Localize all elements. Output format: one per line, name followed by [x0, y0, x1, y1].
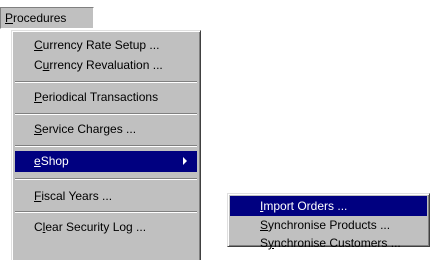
menu-separator — [15, 113, 197, 115]
item-text-post: ervice Charges ... — [42, 122, 137, 136]
menu-item-currency-rate-setup[interactable]: Currency Rate Setup ... — [15, 35, 197, 55]
item-text-pre: C — [34, 220, 43, 234]
item-text-post: urrency Rate Setup ... — [42, 38, 160, 52]
chevron-right-icon — [183, 157, 187, 165]
submenu-item-synchronise-products[interactable]: Synchronise Products ... — [230, 216, 427, 234]
item-text-post: ear Security Log ... — [45, 220, 147, 234]
item-mnemonic: S — [34, 122, 43, 136]
item-text-post: nchronise Customers ... — [274, 236, 401, 250]
submenu-item-synchronise-customers[interactable]: Synchronise Customers ... — [230, 234, 427, 252]
menu-procedures-title[interactable]: Procedures — [0, 7, 94, 29]
item-text-post: eriodical Transactions — [42, 90, 159, 104]
menu-separator — [15, 145, 197, 147]
menu-item-fiscal-years[interactable]: Fiscal Years ... — [15, 186, 197, 206]
menu-separator — [15, 211, 197, 213]
menu-item-service-charges[interactable]: Service Charges ... — [15, 119, 197, 139]
item-text-post: mport Orders ... — [263, 199, 348, 213]
item-text-pre: C — [34, 58, 43, 72]
item-mnemonic: S — [260, 218, 269, 232]
item-text-pre: S — [260, 236, 269, 250]
item-mnemonic: P — [34, 90, 43, 104]
procedures-dropdown-menu: Currency Rate Setup ... Currency Revalua… — [11, 30, 201, 260]
item-text-post: rrency Revaluation ... — [49, 58, 163, 72]
item-text-post: Shop — [40, 154, 69, 168]
menu-separator — [15, 81, 197, 83]
menu-item-periodical-transactions[interactable]: Periodical Transactions — [15, 87, 197, 107]
screen: Procedures Currency Rate Setup ... Curre… — [0, 0, 430, 260]
submenu-item-import-orders[interactable]: Import Orders ... — [230, 196, 427, 216]
eshop-submenu-panel: Import Orders ... Synchronise Products .… — [227, 193, 430, 250]
item-text-post: iscal Years ... — [41, 189, 113, 203]
title-mnemonic: P — [5, 11, 14, 25]
menu-item-eshop[interactable]: eShop — [15, 151, 197, 172]
title-rest: rocedures — [13, 11, 67, 25]
menu-separator — [15, 178, 197, 180]
item-text-post: ynchronise Products ... — [268, 218, 391, 232]
menu-item-clear-security-log[interactable]: Clear Security Log ... — [15, 217, 197, 237]
menu-item-currency-revaluation[interactable]: Currency Revaluation ... — [15, 55, 197, 75]
item-mnemonic: C — [34, 38, 43, 52]
item-mnemonic: e — [34, 154, 41, 168]
